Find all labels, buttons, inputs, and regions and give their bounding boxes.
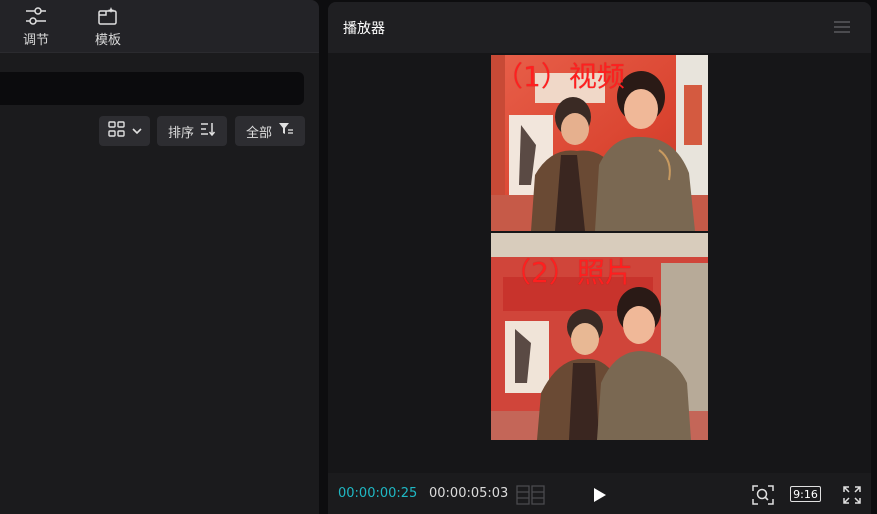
filter-button[interactable]: 全部: [235, 116, 305, 146]
search-input[interactable]: [0, 72, 304, 105]
tool-template-label: 模板: [94, 33, 121, 48]
overlay-text-video: （1）视频: [495, 60, 625, 93]
current-timecode: 00:00:00:25: [338, 486, 418, 501]
toolbar-divider: [0, 52, 319, 53]
left-toolbar: 调节 模板: [0, 0, 319, 52]
filter-label: 全部: [245, 125, 272, 141]
tool-adjust-label: 调节: [22, 33, 49, 48]
chevron-down-icon: [131, 124, 142, 139]
fullscreen-icon[interactable]: [843, 486, 861, 508]
player-header: 播放器: [328, 2, 871, 53]
grid-view-icon: [107, 121, 126, 141]
preview-image-photo: （2）照片: [491, 233, 708, 440]
media-panel: 调节 模板 排序 全部: [0, 0, 319, 514]
player-controls: 00:00:00:25 00:00:05:03 9:16: [328, 473, 871, 514]
sliders-icon: [25, 4, 47, 30]
template-icon: [97, 4, 119, 30]
view-toggle-button[interactable]: [99, 116, 150, 146]
player-title: 播放器: [343, 21, 385, 37]
hamburger-menu-icon[interactable]: [833, 19, 851, 38]
play-icon[interactable]: [592, 486, 608, 508]
timeline-thumbnail-icon[interactable]: [516, 485, 546, 509]
app-root: 调节 模板 排序 全部 播放器 （1）视频 （2）照片 00:00:00:25 …: [0, 0, 877, 514]
overlay-text-photo: （2）照片: [503, 256, 633, 289]
aspect-ratio-button[interactable]: 9:16: [790, 486, 821, 502]
preview-image-video: （1）视频: [491, 55, 708, 231]
zoom-fit-icon[interactable]: [752, 485, 774, 509]
player-panel: 播放器 （1）视频 （2）照片 00:00:00:25 00:00:05:03 …: [328, 2, 871, 514]
filter-icon: [278, 122, 294, 140]
tool-template-button[interactable]: 模板: [80, 4, 136, 50]
sort-label: 排序: [167, 125, 194, 141]
tool-adjust-button[interactable]: 调节: [8, 4, 64, 50]
video-frame: （1）视频 （2）照片: [491, 55, 708, 440]
preview-canvas[interactable]: （1）视频 （2）照片: [328, 53, 871, 473]
sort-icon: [200, 122, 216, 140]
sort-button[interactable]: 排序: [157, 116, 227, 146]
total-timecode: 00:00:05:03: [429, 486, 509, 501]
